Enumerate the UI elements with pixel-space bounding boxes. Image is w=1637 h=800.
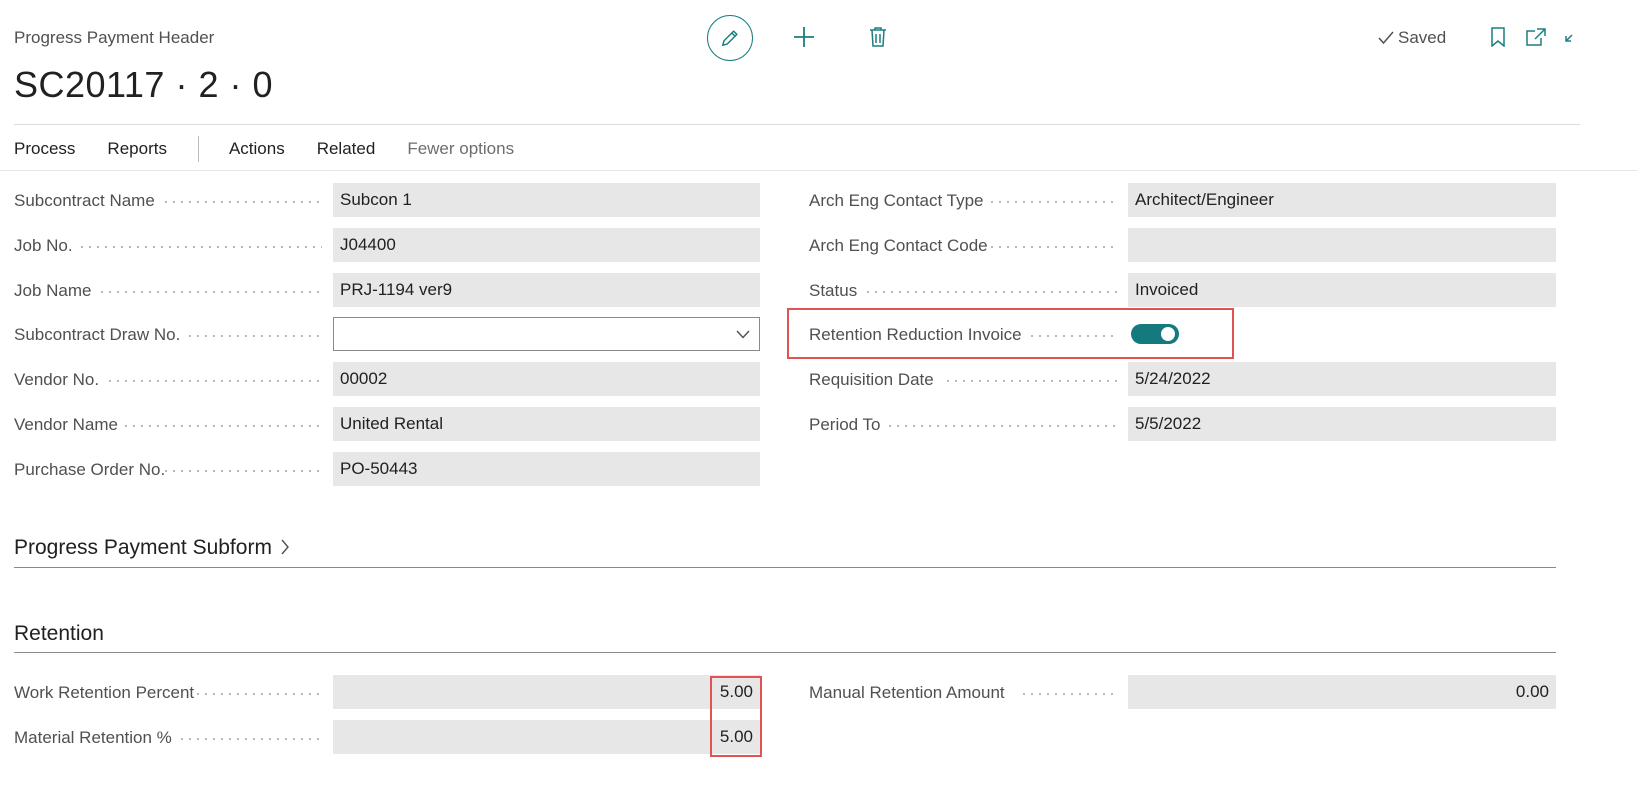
leader-dots	[864, 291, 1118, 293]
subform-title-text: Progress Payment Subform	[14, 536, 272, 559]
edit-button[interactable]	[707, 15, 753, 61]
status-label: Status	[809, 281, 858, 300]
material-retention-field[interactable]: 5.00	[333, 720, 760, 754]
leader-dots	[944, 380, 1118, 382]
retention-section-title[interactable]: Retention	[14, 622, 104, 646]
retention-values-highlight	[710, 676, 762, 757]
leader-dots	[122, 425, 322, 427]
page-title: SC20117 · 2 · 0	[14, 64, 273, 105]
vendor-name-label: Vendor Name	[14, 415, 118, 434]
action-related[interactable]: Related	[317, 139, 376, 159]
pop-out-icon	[1526, 28, 1546, 46]
pencil-icon	[721, 30, 738, 47]
leader-dots	[988, 246, 1118, 248]
arch-eng-contact-type-field[interactable]: Architect/Engineer	[1128, 183, 1556, 217]
header-divider	[14, 124, 1580, 125]
open-new-window-button[interactable]	[1524, 25, 1548, 49]
toggle-knob	[1161, 327, 1175, 341]
arch-eng-contact-code-field[interactable]	[1128, 228, 1556, 262]
leader-dots	[988, 201, 1118, 203]
bookmark-icon	[1491, 27, 1505, 47]
vendor-no-field[interactable]: 00002	[333, 362, 760, 396]
arch-eng-contact-code-label: Arch Eng Contact Code	[809, 236, 988, 255]
new-button[interactable]	[790, 22, 818, 52]
subform-section-title[interactable]: Progress Payment Subform	[14, 536, 290, 560]
work-retention-percent-field[interactable]: 5.00	[333, 675, 760, 709]
action-bar-divider	[0, 170, 1637, 171]
subcontract-name-field[interactable]: Subcon 1	[333, 183, 760, 217]
work-retention-percent-label: Work Retention Percent	[14, 683, 195, 702]
manual-retention-amount-field[interactable]: 0.00	[1128, 675, 1556, 709]
leader-dots	[78, 246, 322, 248]
arch-eng-contact-type-label: Arch Eng Contact Type	[809, 191, 984, 210]
subform-section-divider	[14, 567, 1556, 568]
purchase-order-no-field[interactable]: PO-50443	[333, 452, 760, 486]
subcontract-draw-no-select[interactable]	[333, 317, 760, 351]
leader-dots	[186, 335, 322, 337]
page-caption: Progress Payment Header	[14, 28, 215, 47]
saved-label: Saved	[1398, 28, 1447, 47]
trash-icon	[870, 27, 886, 47]
collapse-button[interactable]	[1560, 25, 1580, 49]
action-process[interactable]: Process	[14, 139, 75, 159]
leader-dots	[886, 425, 1118, 427]
job-name-label: Job Name	[14, 281, 92, 300]
action-bar: Process Reports Actions Related Fewer op…	[14, 128, 546, 170]
delete-button[interactable]	[864, 22, 892, 52]
action-reports[interactable]: Reports	[107, 139, 167, 159]
retention-reduction-invoice-toggle[interactable]	[1131, 324, 1179, 344]
vendor-name-field[interactable]: United Rental	[333, 407, 760, 441]
leader-dots	[162, 201, 322, 203]
period-to-label: Period To	[809, 415, 881, 434]
purchase-order-no-label: Purchase Order No.	[14, 460, 166, 479]
checkmark-icon	[1378, 31, 1394, 45]
status-field[interactable]: Invoiced	[1128, 273, 1556, 307]
action-fewer-options[interactable]: Fewer options	[407, 139, 514, 159]
subcontract-name-label: Subcontract Name	[14, 191, 155, 210]
chevron-down-icon	[736, 330, 750, 339]
bookmark-button[interactable]	[1488, 25, 1508, 49]
subcontract-draw-no-label: Subcontract Draw No.	[14, 325, 181, 344]
leader-dots	[1028, 335, 1118, 337]
manual-retention-amount-label: Manual Retention Amount	[809, 683, 1005, 702]
material-retention-label: Material Retention %	[14, 728, 172, 747]
leader-dots	[194, 693, 322, 695]
vendor-no-label: Vendor No.	[14, 370, 100, 389]
requisition-date-label: Requisition Date	[809, 370, 934, 389]
job-name-field[interactable]: PRJ-1194 ver9	[333, 273, 760, 307]
collapse-icon	[1565, 34, 1573, 42]
job-no-field[interactable]: J04400	[333, 228, 760, 262]
chevron-right-icon	[281, 539, 289, 555]
job-no-label: Job No.	[14, 236, 73, 255]
retention-section-divider	[14, 652, 1556, 653]
plus-icon	[794, 27, 814, 47]
leader-dots	[178, 738, 322, 740]
action-separator	[197, 136, 199, 162]
leader-dots	[1020, 693, 1118, 695]
action-actions[interactable]: Actions	[229, 139, 285, 159]
leader-dots	[106, 380, 322, 382]
leader-dots	[98, 291, 322, 293]
retention-reduction-invoice-label: Retention Reduction Invoice	[809, 325, 1022, 344]
period-to-field[interactable]: 5/5/2022	[1128, 407, 1556, 441]
requisition-date-field[interactable]: 5/24/2022	[1128, 362, 1556, 396]
leader-dots	[162, 470, 322, 472]
saved-status: Saved	[1378, 28, 1446, 48]
